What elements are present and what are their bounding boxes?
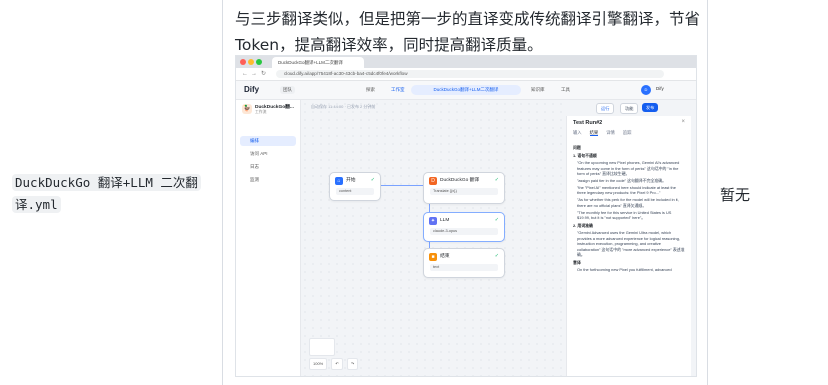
check-icon: ✓ (494, 217, 499, 223)
app-icon: 🦆 (242, 104, 252, 114)
edge-start-duck (381, 185, 423, 186)
end-node-output: text (430, 264, 498, 271)
result-bullet: "The monthly fee for this service in Uni… (577, 209, 672, 220)
result-footer: On the forthcoming new Pixel you fulfill… (577, 267, 672, 273)
llm-icon: ✦ (429, 217, 437, 225)
edge-duck-llm (429, 204, 430, 212)
tab-result: 结果 (589, 130, 599, 136)
forward-arrow-icon: → (251, 71, 257, 77)
tab-trace: 追踪 (622, 130, 632, 135)
zoom-controls: 100% ↶ ↷ (309, 358, 361, 370)
avatar: D (641, 85, 651, 95)
back-arrow-icon: ← (242, 71, 248, 77)
check-icon: ✓ (370, 177, 375, 183)
test-run-panel: Test Run#2 × 输入 结果 详情 追踪 问题 1. 语句不通顺 "On th… (566, 116, 691, 376)
result-bullet: "On the upcoming new Pixel phones, Gemin… (577, 160, 680, 177)
user-name: Dify (656, 86, 664, 91)
maximize-dot-icon (256, 59, 262, 65)
close-icon: × (681, 119, 685, 125)
table-divider (222, 0, 223, 385)
workflow-canvas: 自动保存 11:44:00 · 已发布 2 分钟前 ⌂ 开始 ✓ content… (301, 100, 566, 376)
status-cell: 暂无 (720, 186, 751, 204)
app-type: 工作流 (255, 110, 267, 114)
nav-tools: 工具 (561, 87, 570, 92)
nav-explore: 探索 (366, 87, 375, 92)
llm-node-title: LLM (440, 218, 450, 223)
start-node-icon: ⌂ (335, 177, 343, 185)
result-item-2: 2. 用词准确 (573, 223, 593, 229)
llm-node-model: claude-3-opus (430, 228, 498, 235)
run-button: 运行 (596, 103, 615, 114)
undo-icon: ↶ (331, 358, 343, 370)
node-end: ■ 结束 ✓ text (423, 248, 505, 278)
result-item-1: 1. 语句不通顺 (573, 153, 597, 159)
node-start: ⌂ 开始 ✓ content (329, 172, 381, 201)
dify-logo: Dify (244, 85, 260, 94)
url-field: cloud.dify.ai/app/75418f-ac30-43cb-ba4-c… (276, 70, 664, 78)
minimize-dot-icon (248, 59, 254, 65)
duck-node-sub: Translate {{x}} (430, 188, 498, 195)
result-heading: 问题 (573, 145, 581, 150)
start-node-var: content (336, 188, 374, 195)
result-heading-2: 意译 (573, 260, 581, 266)
redo-icon: ↷ (346, 358, 359, 370)
autosave-status: 自动保存 11:44:00 · 已发布 2 分钟前 (311, 104, 376, 109)
result-bullet: "As for whether this perk for the model … (577, 197, 679, 208)
app-sidebar: 🦆 DuckDuckGo翻... 工作流 编排 访问 API 日志 监测 (236, 100, 301, 376)
app-header: Dify 团队 探索 工作室 DuckDuckGo翻译+LLM二次翻译 知识库 … (236, 81, 696, 100)
node-duckduckgo: D DuckDuckGo 翻译 ✓ Translate {{x}} (423, 172, 505, 204)
team-badge: 团队 (280, 86, 295, 94)
check-icon: ✓ (494, 177, 499, 183)
minimap (309, 338, 335, 356)
duckduckgo-icon: D (429, 177, 437, 185)
nav-knowledge: 知识库 (531, 87, 545, 92)
browser-tab: DuckDuckGo翻译+LLM二次翻译 (272, 57, 364, 68)
table-divider (707, 0, 708, 385)
node-llm: ✦ LLM ✓ claude-3-opus (423, 212, 505, 242)
result-bullet: "Gemini Advanced uses the Gemini Ultra m… (577, 230, 685, 257)
url-bar: ← → ↻ cloud.dify.ai/app/75418f-ac30-43cb… (236, 68, 696, 81)
description-text: 与三步翻译类似，但是把第一步的直译变成传统翻译引擎翻译，节省 Token，提高翻… (235, 10, 701, 54)
zoom-level: 100% (309, 358, 328, 370)
close-dot-icon (240, 59, 246, 65)
publish-button: 发布 (642, 103, 659, 112)
app-name: DuckDuckGo翻... (255, 105, 294, 110)
result-bullet: "the "Pixel AI" mentioned here should in… (577, 184, 676, 196)
run-panel-tabs: 输入 结果 详情 追踪 (573, 130, 639, 136)
run-panel-body: 问题 1. 语句不通顺 "On the upcoming new Pixel p… (573, 142, 685, 274)
file-name-cell: DuckDuckGo 翻译+LLM 二次翻译.yml (12, 172, 212, 216)
reload-icon: ↻ (261, 71, 267, 77)
tab-detail: 详情 (606, 130, 615, 135)
duck-node-title: DuckDuckGo 翻译 (440, 178, 480, 183)
features-button: 功能 (620, 103, 639, 114)
browser-tabbar: DuckDuckGo翻译+LLM二次翻译 (236, 56, 696, 68)
check-icon: ✓ (494, 253, 499, 259)
start-node-title: 开始 (346, 178, 356, 183)
nav-studio: 工作室 (391, 87, 405, 92)
run-panel-title: Test Run#2 (573, 120, 603, 126)
sidebar-item-monitor: 监测 (250, 177, 259, 182)
end-node-title: 结束 (440, 254, 450, 259)
end-node-icon: ■ (429, 253, 437, 261)
sidebar-item-api: 访问 API (250, 151, 268, 156)
file-name-code: DuckDuckGo 翻译+LLM 二次翻译.yml (12, 174, 201, 213)
workflow-screenshot: DuckDuckGo翻译+LLM二次翻译 ← → ↻ cloud.dify.ai… (235, 55, 697, 377)
result-bullet: "assign paid tier in the code" 这句翻译不完全准确… (577, 178, 667, 184)
sidebar-item-orchestrate: 编排 (240, 136, 296, 146)
sidebar-item-logs: 日志 (250, 164, 259, 169)
tab-input: 输入 (573, 130, 582, 135)
nav-app-pill: DuckDuckGo翻译+LLM二次翻译 (411, 85, 521, 95)
